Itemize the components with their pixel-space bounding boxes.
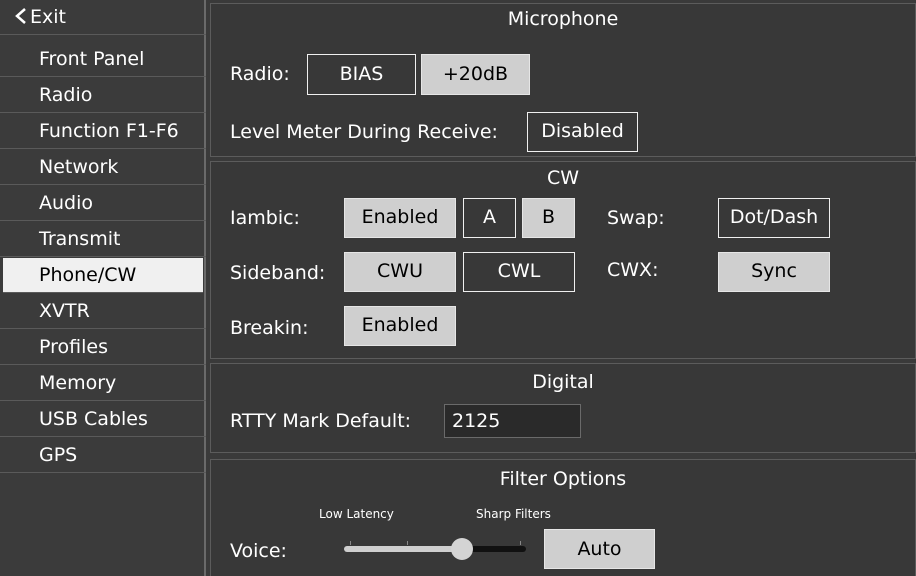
- sidebar-item-label: Transmit: [39, 228, 121, 250]
- filter-options-title: Filter Options: [499, 468, 627, 490]
- rtty-mark-label: RTTY Mark Default:: [230, 410, 412, 432]
- boost-20db-button[interactable]: +20dB: [421, 54, 530, 95]
- sidebar: Exit Front Panel Radio Function F1-F6 Ne…: [0, 0, 206, 576]
- sidebar-item-xvtr[interactable]: XVTR: [0, 294, 206, 329]
- sideband-label: Sideband:: [230, 262, 326, 284]
- sidebar-item-phone-cw[interactable]: Phone/CW: [3, 258, 203, 293]
- cw-title: CW: [546, 167, 580, 189]
- sidebar-item-gps[interactable]: GPS: [0, 438, 206, 473]
- sidebar-item-label: USB Cables: [39, 408, 148, 430]
- sidebar-item-transmit[interactable]: Transmit: [0, 222, 206, 257]
- sidebar-item-usb-cables[interactable]: USB Cables: [0, 402, 206, 437]
- breakin-label: Breakin:: [230, 317, 309, 339]
- sidebar-item-network[interactable]: Network: [0, 150, 206, 185]
- cwl-button[interactable]: CWL: [463, 252, 575, 292]
- main-panel: Microphone Radio: BIAS +20dB Level Meter…: [208, 0, 916, 576]
- sidebar-item-label: Audio: [39, 192, 94, 214]
- voice-label: Voice:: [230, 540, 287, 562]
- slider-tick: [350, 541, 351, 545]
- sidebar-item-audio[interactable]: Audio: [0, 186, 206, 221]
- slider-track-filled: [344, 546, 462, 552]
- low-latency-label: Low Latency: [319, 507, 394, 521]
- sidebar-item-function[interactable]: Function F1-F6: [0, 114, 206, 149]
- sidebar-item-radio[interactable]: Radio: [0, 78, 206, 113]
- filter-options-section: Filter Options Low Latency Sharp Filters…: [210, 459, 916, 576]
- sidebar-item-front-panel[interactable]: Front Panel: [0, 42, 206, 77]
- swap-button[interactable]: Dot/Dash: [718, 198, 830, 238]
- sidebar-item-label: Function F1-F6: [39, 120, 179, 142]
- microphone-section: Microphone Radio: BIAS +20dB Level Meter…: [210, 3, 916, 157]
- slider-thumb[interactable]: [451, 538, 473, 560]
- exit-label: Exit: [30, 6, 66, 28]
- cwx-label: CWX:: [607, 259, 659, 281]
- iambic-mode-b-button[interactable]: B: [522, 198, 575, 238]
- slider-tick: [407, 541, 408, 545]
- iambic-enabled-button[interactable]: Enabled: [344, 198, 456, 238]
- level-meter-button[interactable]: Disabled: [527, 112, 638, 152]
- sidebar-item-label: XVTR: [39, 300, 90, 322]
- digital-section: Digital RTTY Mark Default: 2125: [210, 363, 916, 453]
- microphone-title: Microphone: [507, 8, 619, 30]
- cwu-button[interactable]: CWU: [344, 252, 456, 292]
- sidebar-item-label: GPS: [39, 444, 78, 466]
- cw-section: CW Iambic: Enabled A B Swap: Dot/Dash Si…: [210, 161, 916, 359]
- sidebar-item-label: Profiles: [39, 336, 108, 358]
- rtty-mark-input[interactable]: 2125: [444, 404, 581, 438]
- sidebar-item-label: Front Panel: [39, 48, 145, 70]
- swap-label: Swap:: [607, 207, 665, 229]
- bias-button[interactable]: BIAS: [307, 54, 416, 95]
- voice-filter-slider[interactable]: [344, 538, 526, 560]
- voice-auto-button[interactable]: Auto: [544, 529, 655, 569]
- sidebar-item-label: Radio: [39, 84, 93, 106]
- sharp-filters-label: Sharp Filters: [476, 507, 551, 521]
- sidebar-item-label: Network: [39, 156, 119, 178]
- iambic-mode-a-button[interactable]: A: [463, 198, 516, 238]
- level-meter-label: Level Meter During Receive:: [230, 121, 498, 143]
- chevron-left-icon: [15, 7, 26, 24]
- radio-label: Radio:: [230, 63, 290, 85]
- breakin-button[interactable]: Enabled: [344, 306, 456, 346]
- sidebar-item-memory[interactable]: Memory: [0, 366, 206, 401]
- digital-title: Digital: [532, 371, 594, 393]
- cwx-sync-button[interactable]: Sync: [718, 252, 830, 292]
- sidebar-item-label: Phone/CW: [39, 264, 137, 286]
- slider-tick: [520, 541, 521, 545]
- exit-button[interactable]: Exit: [0, 0, 206, 35]
- iambic-label: Iambic:: [230, 207, 300, 229]
- sidebar-item-profiles[interactable]: Profiles: [0, 330, 206, 365]
- sidebar-item-label: Memory: [39, 372, 117, 394]
